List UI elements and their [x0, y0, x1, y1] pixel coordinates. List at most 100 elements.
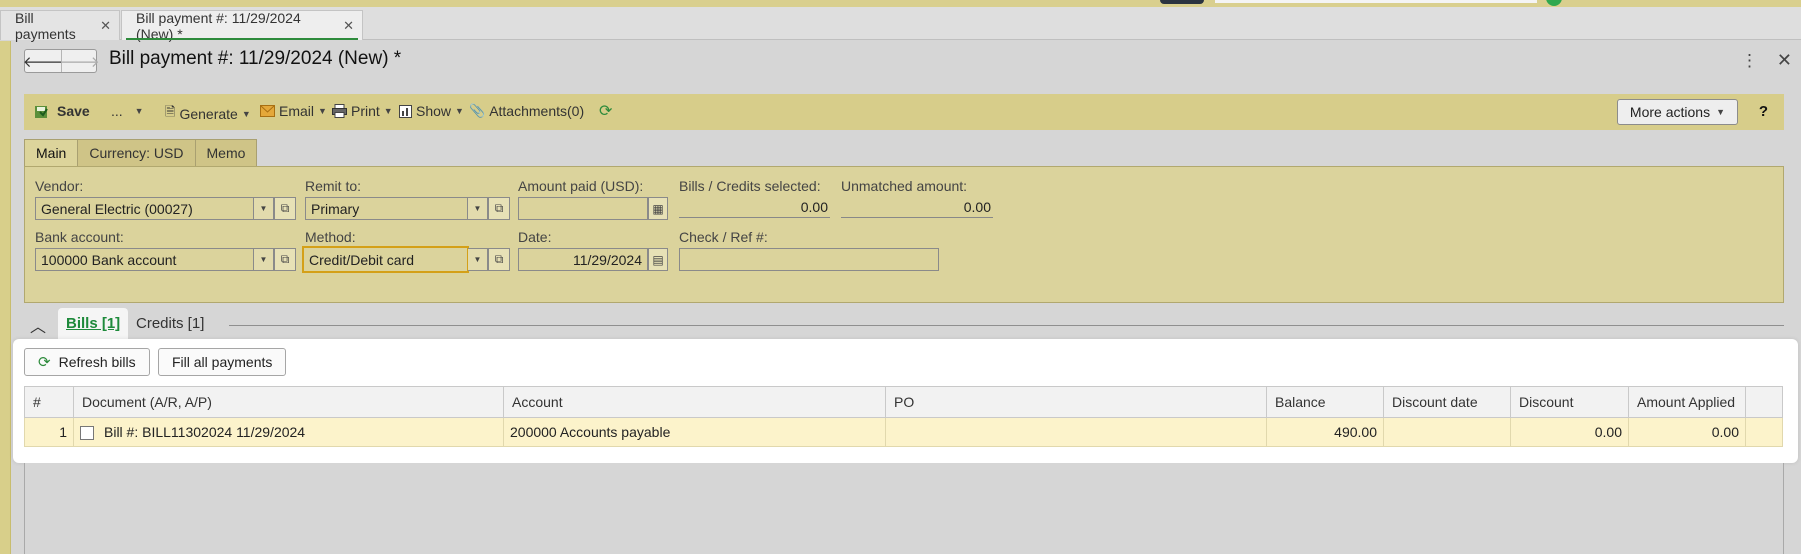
- more-menu-button[interactable]: ... ▼: [111, 103, 144, 119]
- column-header-account[interactable]: Account: [503, 386, 886, 418]
- email-label: Email: [279, 103, 315, 119]
- close-icon[interactable]: ✕: [1777, 50, 1792, 71]
- show-icon: [399, 104, 412, 118]
- row-account[interactable]: 200000 Accounts payable: [503, 417, 886, 447]
- section-tabs: ︿ Bills [1] Credits [1]: [24, 308, 1784, 339]
- bank-account-field[interactable]: 100000 Bank account: [35, 248, 254, 271]
- refresh-bills-button[interactable]: ⟳ Refresh bills: [24, 348, 150, 376]
- table-row[interactable]: 1 Bill #: BILL11302024 11/29/2024 200000…: [24, 417, 1783, 447]
- row-discount-date[interactable]: [1383, 417, 1511, 447]
- row-checkbox[interactable]: [80, 426, 94, 441]
- method-field[interactable]: Credit/Debit card: [302, 246, 469, 273]
- column-header-discount-date[interactable]: Discount date: [1383, 386, 1511, 418]
- row-amount-applied[interactable]: 0.00: [1628, 417, 1746, 447]
- vendor-label: Vendor:: [35, 178, 84, 194]
- save-button[interactable]: Save: [34, 103, 90, 119]
- row-balance: 490.00: [1266, 417, 1384, 447]
- check-ref-label: Check / Ref #:: [679, 229, 768, 245]
- amount-paid-field[interactable]: [518, 197, 648, 220]
- row-spacer: [1745, 417, 1783, 447]
- chevron-down-icon: ▼: [1716, 107, 1725, 117]
- remit-label: Remit to:: [305, 178, 362, 194]
- column-header-discount[interactable]: Discount: [1510, 386, 1629, 418]
- calendar-icon[interactable]: ▤: [648, 248, 668, 271]
- top-strip-dark-block: [1160, 0, 1204, 4]
- unmatched-label: Unmatched amount:: [841, 178, 968, 194]
- bank-open-icon[interactable]: ⧉: [274, 248, 296, 271]
- column-header-amount-applied[interactable]: Amount Applied: [1628, 386, 1746, 418]
- refresh-icon[interactable]: ⟳: [599, 101, 612, 121]
- tab-currency[interactable]: Currency: USD: [77, 139, 196, 166]
- title-row: 🡐 🡒 Bill payment #: 11/29/2024 (New) * ⋮…: [23, 44, 1794, 80]
- check-ref-field[interactable]: [679, 248, 939, 271]
- column-header-document[interactable]: Document (A/R, A/P): [73, 386, 504, 418]
- top-strip: [0, 0, 1801, 7]
- chevron-down-icon: ▼: [134, 106, 144, 116]
- vendor-open-icon[interactable]: ⧉: [274, 197, 296, 220]
- tab-bills[interactable]: Bills [1]: [58, 308, 129, 339]
- chevron-down-icon: ▼: [455, 106, 464, 116]
- chevron-up-icon[interactable]: ︿: [30, 313, 46, 337]
- generate-button[interactable]: 🗎 Generate ▼: [165, 103, 251, 125]
- column-header-num[interactable]: #: [24, 386, 74, 418]
- form-tabs: Main Currency: USD Memo: [24, 139, 258, 166]
- more-actions-button[interactable]: More actions ▼: [1616, 99, 1738, 125]
- remit-dropdown-icon[interactable]: ▼: [468, 197, 488, 220]
- chevron-down-icon: ▼: [318, 106, 327, 116]
- vendor-dropdown-icon[interactable]: ▼: [254, 197, 274, 220]
- email-button[interactable]: Email ▼: [260, 103, 327, 119]
- method-dropdown-icon[interactable]: ▼: [468, 248, 488, 271]
- help-button[interactable]: ?: [1759, 103, 1768, 120]
- show-button[interactable]: Show ▼: [399, 103, 464, 119]
- tab-bill-payment-new[interactable]: Bill payment #: 11/29/2024 (New) * ✕: [121, 9, 363, 42]
- tab-label: Bill payments: [15, 9, 76, 42]
- close-tab-icon[interactable]: ✕: [100, 18, 111, 34]
- date-field[interactable]: 11/29/2024: [518, 248, 648, 271]
- fill-all-payments-button[interactable]: Fill all payments: [158, 348, 287, 376]
- refresh-bills-label: Refresh bills: [58, 354, 136, 370]
- vendor-field[interactable]: General Electric (00027): [35, 197, 254, 220]
- calculator-icon[interactable]: ▦: [648, 197, 668, 220]
- email-icon: [260, 105, 275, 117]
- remit-open-icon[interactable]: ⧉: [488, 197, 510, 220]
- print-label: Print: [351, 103, 380, 119]
- top-strip-search-edge: [1215, 0, 1537, 3]
- row-document: Bill #: BILL11302024 11/29/2024: [104, 423, 306, 440]
- remit-field[interactable]: Primary: [305, 197, 468, 220]
- tab-bill-payments[interactable]: Bill payments ✕: [0, 9, 120, 42]
- column-header-balance[interactable]: Balance: [1266, 386, 1384, 418]
- attachments-button[interactable]: 📎 Attachments(0): [469, 103, 584, 119]
- printer-icon: [332, 104, 347, 118]
- column-header-spacer: [1745, 386, 1783, 418]
- tab-memo[interactable]: Memo: [194, 139, 258, 166]
- show-label: Show: [416, 103, 452, 119]
- close-tab-icon[interactable]: ✕: [343, 18, 354, 34]
- bank-account-label: Bank account:: [35, 229, 124, 245]
- left-accent-bar: [0, 41, 11, 554]
- bank-dropdown-icon[interactable]: ▼: [254, 248, 274, 271]
- bills-selected-value: 0.00: [679, 196, 830, 218]
- row-number: 1: [24, 417, 74, 447]
- tab-credits[interactable]: Credits [1]: [128, 308, 212, 339]
- amount-paid-label: Amount paid (USD):: [518, 178, 644, 194]
- forward-arrow-icon[interactable]: 🡒: [59, 50, 100, 72]
- kebab-menu-icon[interactable]: ⋮: [1741, 51, 1758, 71]
- table-header-row: # Document (A/R, A/P) Account PO Balance…: [24, 386, 1783, 418]
- history-nav: 🡐 🡒: [23, 49, 100, 73]
- date-label: Date:: [518, 229, 552, 245]
- row-po[interactable]: [885, 417, 1267, 447]
- column-header-po[interactable]: PO: [885, 386, 1267, 418]
- print-button[interactable]: Print ▼: [332, 103, 393, 119]
- tab-label: Bill payment #: 11/29/2024 (New) *: [136, 9, 301, 42]
- row-discount[interactable]: 0.00: [1510, 417, 1629, 447]
- tab-main[interactable]: Main: [24, 139, 79, 166]
- bills-table: # Document (A/R, A/P) Account PO Balance…: [24, 386, 1783, 447]
- method-label: Method:: [305, 229, 356, 245]
- row-document-cell[interactable]: Bill #: BILL11302024 11/29/2024: [73, 417, 504, 447]
- generate-icon: 🗎: [165, 104, 176, 119]
- fill-all-payments-label: Fill all payments: [172, 354, 273, 370]
- back-arrow-icon[interactable]: 🡐: [23, 50, 63, 72]
- save-label: Save: [57, 103, 90, 119]
- action-toolbar: Save ... ▼ 🗎 Generate ▼ Email ▼ Print ▼ …: [24, 94, 1784, 130]
- method-open-icon[interactable]: ⧉: [488, 248, 510, 271]
